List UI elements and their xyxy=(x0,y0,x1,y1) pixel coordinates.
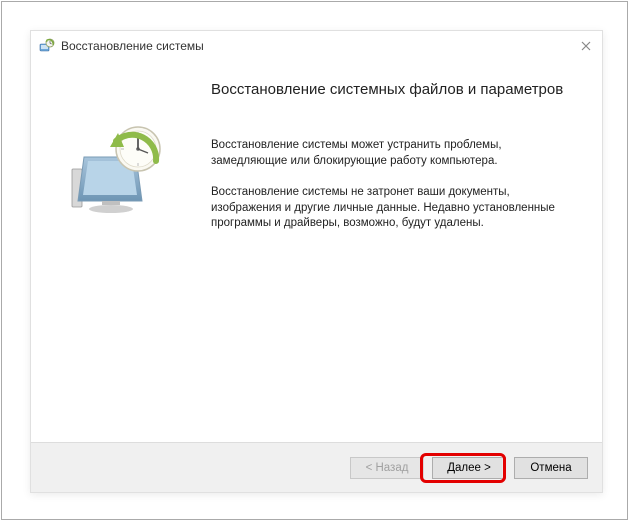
next-button[interactable]: Далее > xyxy=(432,457,506,479)
titlebar: Восстановление системы xyxy=(31,31,602,61)
paragraph-1: Восстановление системы может устранить п… xyxy=(211,138,574,169)
wizard-content: Восстановление системных файлов и параме… xyxy=(31,61,602,442)
wizard-footer: < Назад Далее > Отмена xyxy=(31,442,602,492)
icon-column xyxy=(51,79,191,432)
window-title: Восстановление системы xyxy=(61,39,204,53)
page-heading: Восстановление системных файлов и параме… xyxy=(211,81,574,98)
close-icon[interactable] xyxy=(576,37,596,55)
wizard-window: Восстановление системы xyxy=(30,30,603,493)
back-button: < Назад xyxy=(350,457,424,479)
cancel-button[interactable]: Отмена xyxy=(514,457,588,479)
text-column: Восстановление системных файлов и параме… xyxy=(191,79,574,432)
outer-frame: Восстановление системы xyxy=(1,1,628,520)
paragraph-2: Восстановление системы не затронет ваши … xyxy=(211,185,574,232)
computer-clock-restore-icon xyxy=(66,119,176,229)
system-restore-icon xyxy=(39,38,55,54)
